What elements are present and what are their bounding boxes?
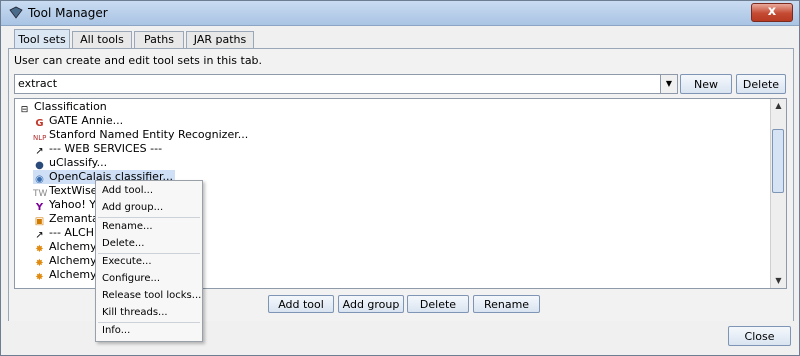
window-close-button[interactable]: x (751, 3, 793, 22)
add-tool-button[interactable]: Add tool (268, 295, 334, 313)
menu-item-rename[interactable]: Rename... (102, 220, 153, 234)
tab-jar-paths[interactable]: JAR paths (186, 31, 254, 49)
menu-separator (98, 253, 200, 254)
tree-root-label: Classification (34, 100, 107, 113)
menu-separator (98, 322, 200, 323)
menu-item-configure[interactable]: Configure... (102, 272, 160, 286)
close-button[interactable]: Close (728, 326, 791, 346)
new-toolset-button[interactable]: New (680, 74, 732, 94)
toolset-select-value: extract (18, 77, 58, 90)
menu-item-release-locks[interactable]: Release tool locks... (102, 289, 201, 303)
tab-description: User can create and edit tool sets in th… (14, 54, 263, 67)
tool-manager-window: Tool Manager x Tool sets All tools Paths… (0, 0, 800, 356)
tree-item-label: GATE Annie... (49, 114, 124, 127)
tree-item[interactable]: G GATE Annie... (33, 114, 124, 129)
tree-root[interactable]: ⊟ Classification (18, 100, 107, 116)
menu-separator (98, 217, 200, 218)
title-bar[interactable]: Tool Manager x (1, 1, 799, 26)
tree-collapse-icon[interactable]: ⊟ (18, 104, 31, 116)
delete-button[interactable]: Delete (407, 295, 469, 313)
toolset-select[interactable]: extract ▼ (14, 74, 678, 94)
scroll-up-icon[interactable]: ▲ (771, 99, 786, 113)
tab-tool-sets[interactable]: Tool sets (14, 29, 70, 50)
menu-item-add-group[interactable]: Add group... (102, 201, 163, 215)
tab-paths[interactable]: Paths (134, 31, 184, 49)
alchemy-icon: ✸ (35, 272, 44, 283)
tree-item-label: --- WEB SERVICES --- (49, 142, 163, 155)
chevron-down-icon[interactable]: ▼ (660, 75, 677, 93)
menu-item-add-tool[interactable]: Add tool... (102, 184, 153, 198)
tree-item[interactable]: ↗ --- WEB SERVICES --- (33, 142, 163, 157)
tab-all-tools[interactable]: All tools (72, 31, 132, 49)
menu-item-info[interactable]: Info... (102, 324, 130, 338)
tree-scrollbar[interactable]: ▲ ▼ (770, 99, 786, 288)
tree-item-label: uClassify... (49, 156, 108, 169)
rename-button[interactable]: Rename (473, 295, 540, 313)
menu-item-execute[interactable]: Execute... (102, 255, 152, 269)
tree-item-label: Stanford Named Entity Recognizer... (49, 128, 249, 141)
tree-item[interactable]: NLP Stanford Named Entity Recognizer... (33, 128, 248, 142)
app-icon (9, 6, 23, 19)
window-title: Tool Manager (28, 6, 108, 20)
tree-item[interactable]: ● uClassify... (33, 156, 108, 171)
delete-toolset-button[interactable]: Delete (736, 74, 786, 94)
menu-item-kill-threads[interactable]: Kill threads... (102, 306, 168, 320)
menu-item-delete[interactable]: Delete... (102, 237, 144, 251)
context-menu: Add tool... Add group... Rename... Delet… (95, 180, 203, 342)
add-group-button[interactable]: Add group (338, 295, 404, 313)
scroll-down-icon[interactable]: ▼ (771, 274, 786, 288)
scroll-thumb[interactable] (772, 129, 784, 193)
